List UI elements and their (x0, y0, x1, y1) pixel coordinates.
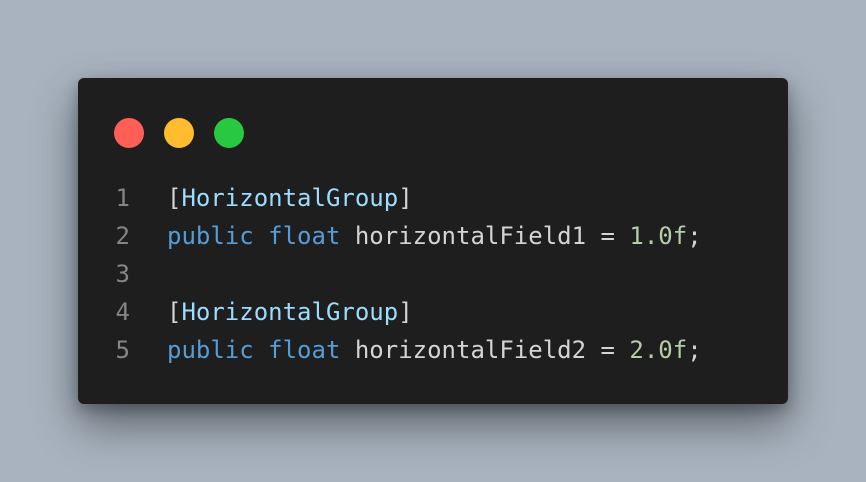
line-number: 1 (115, 184, 130, 212)
code-token-kw: float (268, 222, 341, 250)
code-token-ident (254, 336, 268, 364)
code-line: 3 (78, 255, 702, 293)
code-token-kw: public (167, 336, 254, 364)
code-token-punct: ; (687, 336, 702, 364)
line-number: 4 (115, 298, 130, 326)
code-token-ident: horizontalField1 = (340, 222, 630, 250)
line-number: 3 (115, 260, 130, 288)
code-token-num: 1.0f (629, 222, 688, 250)
line-content: public float horizontalField1 = 1.0f; (167, 217, 702, 255)
code-token-punct: [ (167, 184, 182, 212)
minimize-dot-icon (164, 118, 194, 148)
line-content: public float horizontalField2 = 2.0f; (167, 331, 702, 369)
line-content: [HorizontalGroup] (167, 293, 413, 331)
code-token-punct: ] (398, 298, 413, 326)
code-token-attr: HorizontalGroup (181, 184, 399, 212)
code-token-punct: [ (167, 298, 182, 326)
code-token-kw: float (268, 336, 341, 364)
code-token-punct: ; (687, 222, 702, 250)
code-line: 2 public float horizontalField1 = 1.0f; (78, 217, 702, 255)
code-token-attr: HorizontalGroup (181, 298, 399, 326)
code-line: 1 [HorizontalGroup] (78, 179, 702, 217)
code-token-punct: ] (398, 184, 413, 212)
code-block: 1 [HorizontalGroup] 2 public float horizont… (78, 179, 702, 369)
code-token-kw: public (167, 222, 254, 250)
close-dot-icon (114, 118, 144, 148)
window-controls (114, 118, 244, 148)
maximize-dot-icon (214, 118, 244, 148)
code-token-ident: horizontalField2 = (340, 336, 630, 364)
code-line: 4 [HorizontalGroup] (78, 293, 702, 331)
code-token-ident (254, 222, 268, 250)
line-content: [HorizontalGroup] (167, 179, 413, 217)
code-line: 5 public float horizontalField2 = 2.0f; (78, 331, 702, 369)
line-number: 2 (115, 222, 130, 250)
line-number: 5 (115, 336, 130, 364)
code-window: 1 [HorizontalGroup] 2 public float horizont… (78, 78, 788, 404)
code-token-num: 2.0f (629, 336, 688, 364)
